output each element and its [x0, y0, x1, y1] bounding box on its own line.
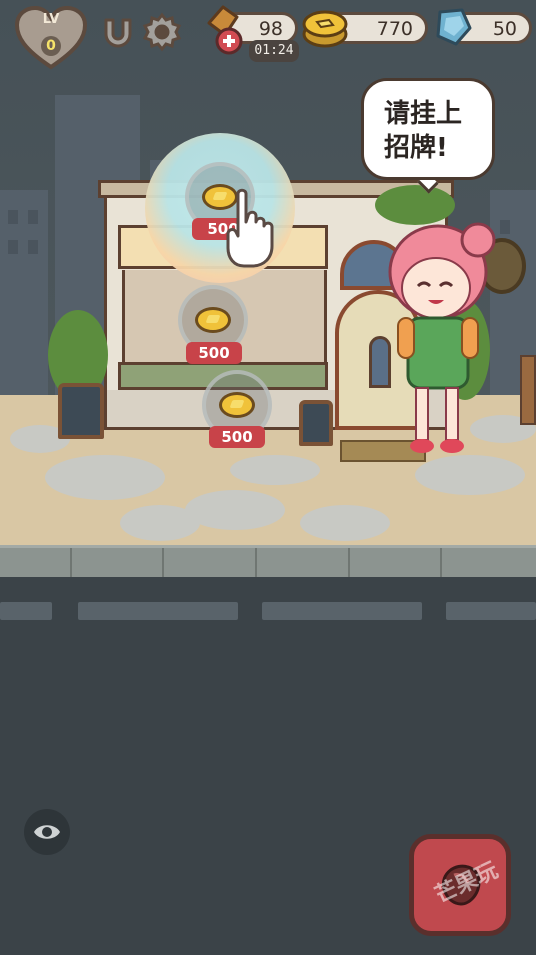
curb [0, 545, 536, 577]
level-value: 0 [41, 36, 61, 56]
gems-value: 50 [492, 18, 517, 40]
shopkeeper-character[interactable] [378, 210, 500, 460]
bench [520, 355, 536, 425]
coin-icon [195, 307, 231, 333]
building [0, 190, 48, 400]
magnet-icon[interactable] [98, 12, 138, 52]
coins-value: 770 [376, 18, 413, 40]
lane-marking [0, 602, 52, 620]
eye-icon [34, 825, 60, 839]
coin-icon [219, 392, 255, 418]
view-toggle-button[interactable] [24, 809, 70, 855]
menu-board-left [58, 383, 104, 439]
lane-marking [446, 602, 536, 620]
lane-marking [78, 602, 238, 620]
energy-timer: 01:24 [249, 40, 299, 62]
price-badge[interactable]: 500 [209, 426, 265, 448]
speech-line-2: 招牌! [384, 133, 448, 163]
energy-plus-icon[interactable] [215, 27, 243, 55]
coin-stack-icon [302, 10, 348, 48]
speech-bubble: 请挂上 招牌! [361, 78, 495, 180]
level-label: LV [42, 12, 60, 27]
gear-icon[interactable] [142, 12, 182, 52]
lane-marking [262, 602, 422, 620]
speech-line-1: 请挂上 [384, 99, 463, 129]
energy-value: 98 [258, 18, 283, 40]
pointing-hand-icon [226, 188, 274, 268]
price-badge[interactable]: 500 [186, 342, 242, 364]
gem-icon [436, 8, 472, 46]
menu-board-right [299, 400, 333, 446]
